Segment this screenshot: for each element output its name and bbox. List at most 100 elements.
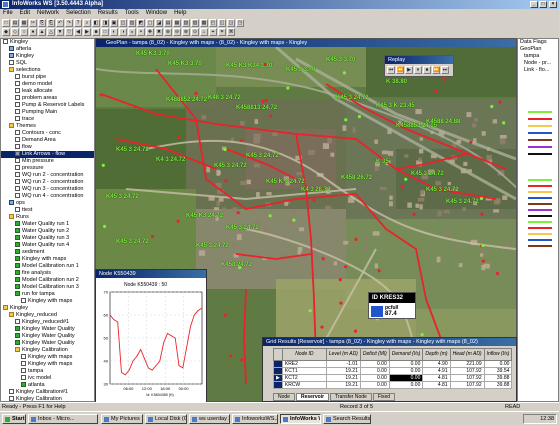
table-cell[interactable]: KCT1: [281, 367, 327, 375]
table-cell[interactable]: 0.00: [359, 381, 390, 389]
tree-item[interactable]: Contours - conc: [1, 130, 94, 137]
tree-item[interactable]: WQ run 2 - concentration: [1, 179, 94, 186]
toolbar-button[interactable]: ▩: [200, 19, 208, 27]
rewind-icon[interactable]: ⏪: [396, 66, 404, 74]
menu-selection[interactable]: Selection: [66, 9, 91, 18]
column-header[interactable]: Deficit (Ml): [359, 348, 390, 361]
toolbar-button[interactable]: △: [47, 28, 55, 36]
toolbar-button[interactable]: ↶: [56, 19, 64, 27]
toolbar-button[interactable]: ◰: [209, 19, 217, 27]
toolbar-button[interactable]: ↷: [65, 19, 73, 27]
taskbar-button[interactable]: ws userday 2...: [189, 414, 230, 424]
toolbar-button[interactable]: ◐: [110, 28, 118, 36]
menu-help[interactable]: Help: [174, 9, 186, 18]
grid-results-window[interactable]: Grid Results [Reservoir] - tampa (8_02) …: [262, 337, 517, 402]
tree-item[interactable]: WQ run 4 - concentration: [1, 193, 94, 200]
toolbar-button[interactable]: ▤: [11, 19, 19, 27]
taskbar-button[interactable]: Inbox - Micro...: [28, 414, 98, 424]
start-button[interactable]: Start: [2, 414, 26, 424]
table-cell[interactable]: 19.21: [325, 374, 361, 382]
tree-item[interactable]: Kingley: [1, 305, 94, 312]
table-cell[interactable]: KRE2: [281, 360, 327, 368]
table-cell[interactable]: 19.21: [325, 381, 361, 389]
toolbar-button[interactable]: ▦: [173, 19, 181, 27]
tree-item[interactable]: Kingley Calibration#1: [1, 389, 94, 396]
results-table[interactable]: Node ID Level (m AD) Deficit (Ml) Demand (l…: [273, 348, 513, 389]
toolbar-button[interactable]: ⊙: [191, 28, 199, 36]
menu-results[interactable]: Results: [98, 9, 118, 18]
toolbar-button[interactable]: ◪: [155, 19, 163, 27]
tree-item[interactable]: Kingley: [1, 39, 94, 46]
table-cell[interactable]: 4.91: [422, 367, 451, 375]
tree-item[interactable]: Kingley Calibration: [1, 347, 94, 354]
toolbar-button[interactable]: ⊕: [164, 28, 172, 36]
toolbar-button[interactable]: ⌕: [83, 19, 91, 27]
toolbar-button[interactable]: □: [2, 19, 10, 27]
toolbar-button[interactable]: ◑: [119, 28, 127, 36]
tree-item[interactable]: Kingley with maps: [1, 361, 94, 368]
tree-item[interactable]: Runs: [1, 214, 94, 221]
tree-item[interactable]: Kingley with maps: [1, 256, 94, 263]
tree-item[interactable]: Pumping Main: [1, 109, 94, 116]
grid-tab-fixed[interactable]: Fixed: [372, 393, 396, 401]
toolbar-button[interactable]: ◀: [74, 28, 82, 36]
tree-item[interactable]: selections: [1, 67, 94, 74]
tree-item[interactable]: atlanta: [1, 382, 94, 389]
toolbar-button[interactable]: ▶: [83, 28, 91, 36]
toolbar-button[interactable]: ?: [74, 19, 82, 27]
toolbar-button[interactable]: ▣: [110, 19, 118, 27]
legend-item[interactable]: GeoPlan: [518, 46, 558, 53]
toolbar-button[interactable]: ▨: [191, 19, 199, 27]
tree-item[interactable]: demo model: [1, 81, 94, 88]
menu-window[interactable]: Window: [146, 9, 167, 18]
toolbar-button[interactable]: □: [101, 28, 109, 36]
toolbar-button[interactable]: ▤: [164, 19, 172, 27]
column-header[interactable]: Inflow (l/s): [483, 348, 513, 361]
tree-item[interactable]: Kingley with maps: [1, 354, 94, 361]
toolbar-button[interactable]: ⌂: [200, 28, 208, 36]
maximize-button[interactable]: □: [539, 1, 547, 8]
table-cell[interactable]: 4.81: [422, 381, 451, 389]
taskbar-button[interactable]: InfoWorks W...: [280, 414, 321, 424]
toolbar-button[interactable]: ◨: [101, 19, 109, 27]
table-cell[interactable]: 107.92: [449, 367, 485, 375]
tree-item[interactable]: problem areas: [1, 95, 94, 102]
menu-file[interactable]: File: [3, 9, 13, 18]
play-icon[interactable]: ▶: [405, 66, 413, 74]
tree-item[interactable]: trace: [1, 116, 94, 123]
tree-item[interactable]: Kingley: [1, 53, 94, 60]
toolbar-button[interactable]: ◫: [119, 19, 127, 27]
column-header[interactable]: Demand (l/s): [388, 348, 424, 361]
table-cell[interactable]: 0.00: [359, 367, 390, 375]
tree-item[interactable]: Model Calibration run 1: [1, 263, 94, 270]
tree-item[interactable]: Pump & Reservoir Labels: [1, 102, 94, 109]
table-cell[interactable]: 221.09: [449, 360, 485, 368]
table-cell[interactable]: 0.00: [388, 374, 424, 382]
legend-item[interactable]: Node - pr...: [518, 60, 558, 67]
table-cell[interactable]: 0.00: [359, 360, 390, 368]
table-cell[interactable]: 0.00: [388, 360, 424, 368]
tree-item[interactable]: SQL: [1, 60, 94, 67]
table-cell[interactable]: 39.88: [483, 374, 513, 382]
tree-item[interactable]: tampa: [1, 368, 94, 375]
toolbar-button[interactable]: ◓: [137, 28, 145, 36]
table-row[interactable]: KCT1 19.21 0.00 0.00 4.91 107.92 39.54: [273, 367, 513, 375]
toolbar-button[interactable]: ◲: [227, 19, 235, 27]
column-header[interactable]: Node ID: [281, 348, 327, 361]
toolbar-button[interactable]: ●: [29, 28, 37, 36]
table-cell[interactable]: KRCW: [281, 381, 327, 389]
tree-item[interactable]: Model Calibration run 2: [1, 277, 94, 284]
stop-icon[interactable]: ⏹: [423, 66, 431, 74]
toolbar-button[interactable]: ⎘: [38, 19, 46, 27]
menu-network[interactable]: Network: [37, 9, 59, 18]
table-cell[interactable]: 107.92: [449, 374, 485, 382]
table-cell[interactable]: 4.81: [422, 374, 451, 382]
tree-item[interactable]: pressure: [1, 165, 94, 172]
taskbar-button[interactable]: Local Disk (C:): [145, 414, 187, 424]
tree-item[interactable]: Link Arrows - flow: [1, 151, 94, 158]
table-cell[interactable]: 107.92: [449, 381, 485, 389]
row-marker[interactable]: ▶: [273, 374, 283, 382]
tree-item[interactable]: sediment: [1, 249, 94, 256]
column-header[interactable]: Level (m AD): [325, 348, 361, 361]
toolbar-button[interactable]: ▲: [38, 28, 46, 36]
